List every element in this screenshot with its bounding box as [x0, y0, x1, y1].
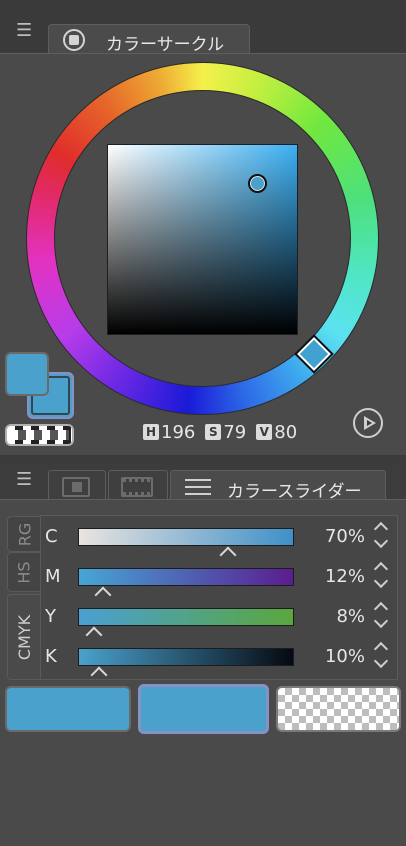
slider-marker-c[interactable]	[222, 546, 236, 556]
color-set-icon	[62, 477, 90, 497]
saturation-value-square[interactable]	[107, 144, 298, 335]
panel-menu-icon[interactable]: ☰	[16, 22, 32, 40]
slider-bar-k[interactable]	[78, 648, 294, 666]
tab-color-set[interactable]	[48, 470, 106, 499]
main-color-swatch[interactable]	[5, 352, 49, 396]
transparent-color-button[interactable]	[276, 686, 401, 732]
cmyk-sliders: C 70% M 12% Y 8% K 10%	[40, 515, 398, 680]
decrement-m-icon[interactable]	[375, 578, 387, 588]
value-value: 80	[274, 421, 298, 443]
slider-mode-tabs: RG HS CMYK	[7, 516, 41, 680]
transparent-color-swatch[interactable]	[5, 424, 74, 446]
slider-value-k[interactable]: 10%	[313, 646, 365, 667]
slider-label-c: C	[45, 526, 58, 547]
increment-m-icon[interactable]	[375, 561, 387, 571]
slider-row-c: C 70%	[41, 516, 399, 556]
tab-hsv[interactable]: HS	[7, 552, 41, 592]
slider-bar-m[interactable]	[78, 568, 294, 586]
hue-badge: H	[143, 424, 159, 440]
slider-bar-c[interactable]	[78, 528, 294, 546]
hue-value: 196	[161, 421, 196, 443]
slider-marker-y[interactable]	[88, 626, 102, 636]
saturation-value: 79	[223, 421, 247, 443]
intermediate-color-icon	[121, 477, 153, 497]
slider-value-m[interactable]: 12%	[313, 566, 365, 587]
decrement-c-icon[interactable]	[375, 538, 387, 548]
sub-color-button[interactable]	[138, 684, 269, 734]
color-circle-tabstrip: ☰ カラーサークル	[0, 0, 406, 55]
color-circle-panel: ☰ カラーサークル H 196 S 79 V 80	[0, 0, 406, 455]
slider-label-y: Y	[45, 606, 56, 627]
slider-label-m: M	[45, 566, 61, 587]
tab-color-slider[interactable]: カラースライダー	[170, 470, 386, 502]
tab-cmyk[interactable]: CMYK	[7, 594, 41, 680]
decrement-k-icon[interactable]	[375, 658, 387, 668]
switch-mode-play-icon[interactable]	[353, 408, 383, 438]
decrement-y-icon[interactable]	[375, 618, 387, 628]
slider-row-k: K 10%	[41, 636, 399, 676]
slider-marker-m[interactable]	[97, 586, 111, 596]
increment-k-icon[interactable]	[375, 641, 387, 651]
tab-intermediate-color[interactable]	[108, 470, 168, 499]
slider-row-y: Y 8%	[41, 596, 399, 636]
color-circle-icon	[63, 29, 85, 51]
saturation-value-cursor[interactable]	[248, 174, 267, 193]
slider-label-k: K	[45, 646, 57, 667]
value-badge: V	[256, 424, 273, 440]
slider-value-y[interactable]: 8%	[313, 606, 365, 627]
slider-row-m: M 12%	[41, 556, 399, 596]
hsv-readout: H 196 S 79 V 80	[143, 421, 307, 443]
increment-c-icon[interactable]	[375, 521, 387, 531]
color-slider-icon	[185, 476, 211, 498]
slider-marker-k[interactable]	[93, 666, 107, 676]
tab-color-circle[interactable]: カラーサークル	[48, 24, 250, 55]
slider-value-c[interactable]: 70%	[313, 526, 365, 547]
panel-menu-icon-2[interactable]: ☰	[16, 471, 32, 489]
increment-y-icon[interactable]	[375, 601, 387, 611]
tab-rgb[interactable]: RG	[7, 516, 41, 552]
main-color-button[interactable]	[5, 686, 131, 732]
tab-color-circle-label: カラーサークル	[106, 35, 225, 55]
slider-bar-y[interactable]	[78, 608, 294, 626]
saturation-badge: S	[205, 424, 222, 440]
